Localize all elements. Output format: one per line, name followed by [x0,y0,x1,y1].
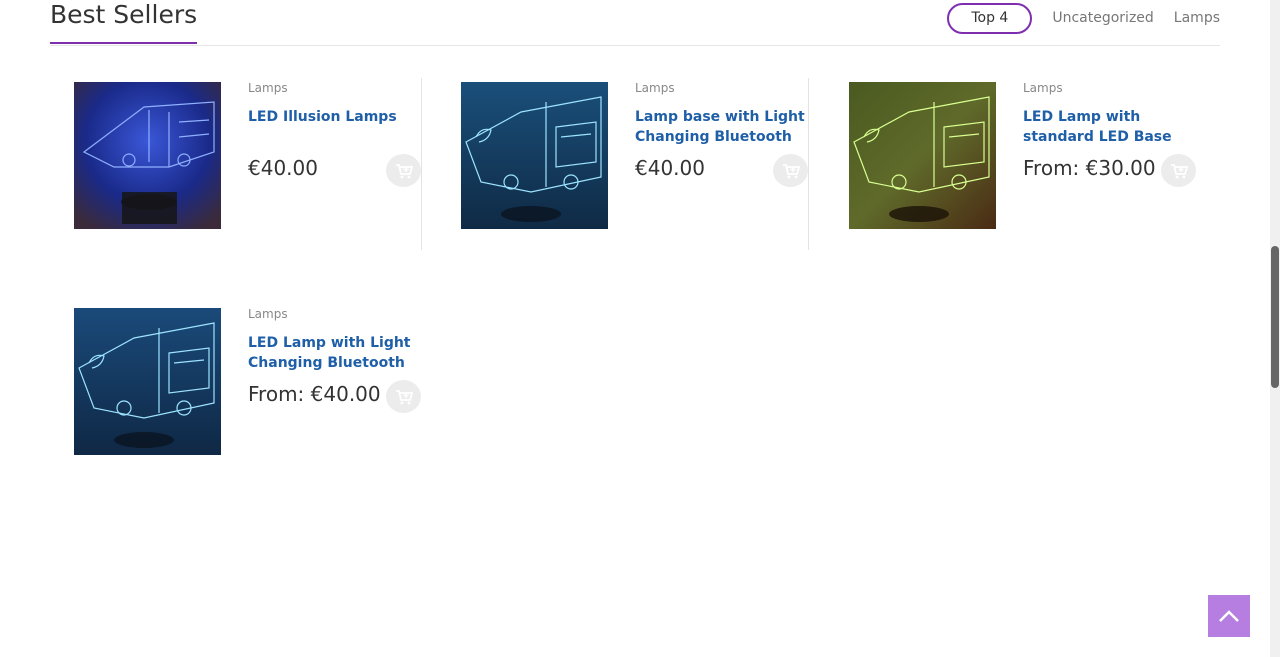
product-category[interactable]: Lamps [248,81,288,95]
product-category[interactable]: Lamps [1023,81,1063,95]
product-card: Lamps LED Lamp with Light Changing Bluet… [74,304,421,476]
best-sellers-header: Best Sellers Top 4 Uncategorized Lamps [50,0,1220,46]
product-title[interactable]: LED Lamp with standard LED Base [1023,107,1193,147]
product-image[interactable] [74,308,221,455]
product-category[interactable]: Lamps [635,81,675,95]
back-to-top-button[interactable] [1208,595,1250,637]
scrollbar-thumb[interactable] [1271,246,1279,388]
product-image[interactable] [74,82,221,229]
product-price: From: €40.00 [248,382,381,406]
product-card: Lamps LED Lamp with standard LED Base Fr… [849,78,1196,250]
product-image[interactable] [461,82,608,229]
cart-plus-icon [395,163,413,178]
product-title[interactable]: Lamp base with Light Changing Bluetooth [635,107,805,147]
product-card: Lamps LED Illusion Lamps €40.00 [74,78,422,250]
product-title[interactable]: LED Illusion Lamps [248,107,418,127]
add-to-cart-button[interactable] [773,154,808,187]
cart-plus-icon [1170,163,1188,178]
product-image[interactable] [849,82,996,229]
add-to-cart-button[interactable] [1161,154,1196,187]
tab-top-4[interactable]: Top 4 [947,3,1033,34]
product-price: €40.00 [248,156,318,180]
tab-uncategorized[interactable]: Uncategorized [1042,3,1163,34]
product-category[interactable]: Lamps [248,307,288,321]
add-to-cart-button[interactable] [386,154,421,187]
chevron-up-icon [1219,610,1239,622]
product-price: €40.00 [635,156,705,180]
tab-lamps[interactable]: Lamps [1164,3,1220,34]
product-card: Lamps Lamp base with Light Changing Blue… [461,78,809,250]
product-title[interactable]: LED Lamp with Light Changing Bluetooth [248,333,418,373]
page-scrollbar[interactable] [1270,0,1280,657]
cart-plus-icon [782,163,800,178]
add-to-cart-button[interactable] [386,380,421,413]
filter-tabs: Top 4 Uncategorized Lamps [947,3,1220,34]
cart-plus-icon [395,389,413,404]
product-price: From: €30.00 [1023,156,1156,180]
section-title: Best Sellers [50,0,198,44]
